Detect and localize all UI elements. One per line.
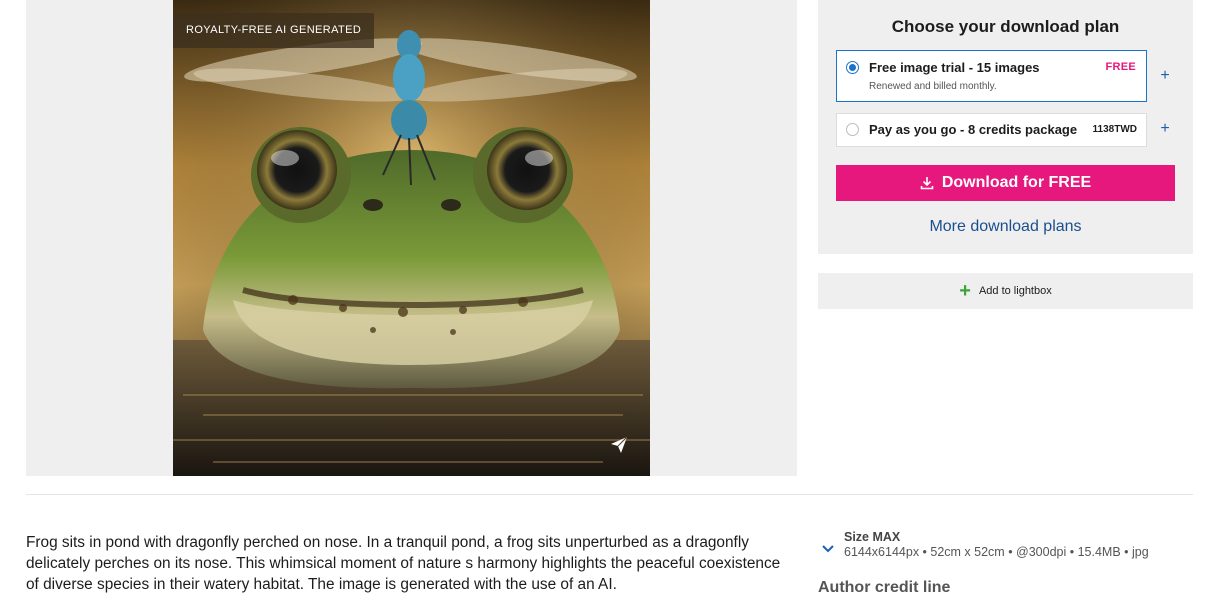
share-paper-plane-icon xyxy=(611,436,628,453)
frog-dragonfly-illustration xyxy=(173,0,650,476)
plan-heading: Choose your download plan xyxy=(891,17,1120,36)
add-to-lightbox-button[interactable]: + Add to lightbox xyxy=(818,273,1193,309)
plan-option-pay-as-you-go[interactable]: Pay as you go - 8 credits package 1138TW… xyxy=(836,113,1147,147)
plan-option-title: Pay as you go - 8 credits package xyxy=(869,122,1078,137)
royalty-free-ai-badge: ROYALTY-FREE AI GENERATED xyxy=(173,13,375,48)
download-plan-box: Choose your download plan Free image tri… xyxy=(818,0,1193,254)
expand-plan-plus-icon[interactable]: + xyxy=(1158,121,1172,137)
size-details: 6144x6144px • 52cm x 52cm • @300dpi • 15… xyxy=(844,545,1149,559)
download-icon xyxy=(920,177,934,190)
plan-option-free-trial[interactable]: Free image trial - 15 images Renewed and… xyxy=(836,50,1147,102)
radio-button-selected[interactable] xyxy=(846,61,859,74)
expand-plan-plus-icon[interactable]: + xyxy=(1158,68,1172,84)
plan-option-price: 1138TWD xyxy=(1092,124,1137,135)
radio-button[interactable] xyxy=(846,123,859,136)
download-button[interactable]: Download for FREE xyxy=(836,165,1175,201)
stock-photo-frog-dragonfly[interactable]: ROYALTY-FREE AI GENERATED xyxy=(173,0,650,476)
divider xyxy=(26,494,1193,495)
size-toggle-button[interactable] xyxy=(818,538,838,558)
plan-option-title: Free image trial - 15 images xyxy=(869,60,1040,75)
share-button[interactable] xyxy=(602,428,636,462)
plan-option-price: FREE xyxy=(1105,61,1136,73)
size-title: Size MAX xyxy=(844,530,901,544)
image-preview-panel: ROYALTY-FREE AI GENERATED xyxy=(26,0,797,476)
download-button-label: Download for FREE xyxy=(941,174,1092,191)
more-download-plans-link[interactable]: More download plans xyxy=(818,218,1193,236)
add-to-lightbox-label: Add to lightbox xyxy=(978,285,1052,297)
chevron-down-icon xyxy=(822,545,834,553)
author-credit-line: Author credit line xyxy=(818,579,951,596)
plan-option-subtitle: Renewed and billed monthly. xyxy=(869,81,997,92)
plus-icon: + xyxy=(959,280,971,302)
image-description: Frog sits in pond with dragonfly perched… xyxy=(26,534,781,593)
